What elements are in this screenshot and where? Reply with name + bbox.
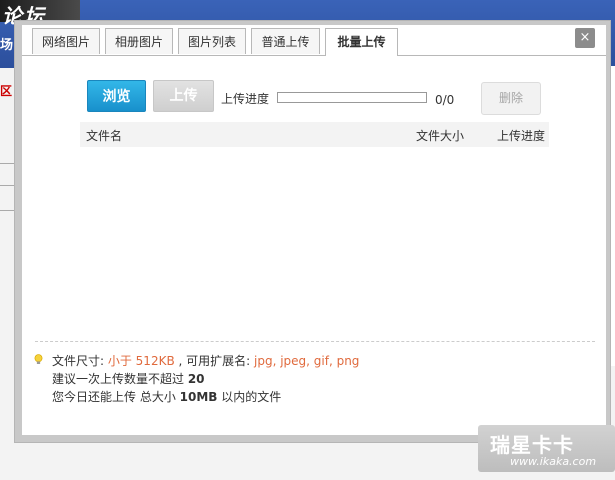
lightbulb-icon	[34, 354, 43, 364]
column-header-filename: 文件名	[86, 129, 123, 143]
info-line-quota: 您今日还能上传 总大小 10MB 以内的文件	[52, 390, 282, 404]
tab-bar: 网络图片 相册图片 图片列表 普通上传 批量上传 ×	[22, 25, 606, 56]
info-line-count: 建议一次上传数量不超过 20	[52, 372, 205, 386]
watermark: 瑞星卡卡 www.ikaka.com	[478, 425, 615, 472]
forum-logo: 论坛	[0, 0, 80, 28]
tab-web-image[interactable]: 网络图片	[32, 28, 100, 54]
image-upload-dialog: 网络图片 相册图片 图片列表 普通上传 批量上传 × 浏览 上传 上传进度 0/…	[22, 25, 606, 435]
tab-album-image[interactable]: 相册图片	[105, 28, 173, 54]
info-divider	[35, 341, 595, 342]
info-line-size: 文件尺寸: 小于 512KB , 可用扩展名: jpg, jpeg, gif, …	[52, 354, 360, 368]
progress-label: 上传进度	[221, 92, 270, 106]
tab-batch-upload[interactable]: 批量上传	[325, 28, 398, 56]
progress-count: 0/0	[435, 93, 455, 107]
delete-button[interactable]: 删除	[481, 82, 541, 115]
column-header-progress: 上传进度	[497, 129, 546, 143]
close-icon[interactable]: ×	[575, 28, 595, 48]
watermark-title: 瑞星卡卡	[490, 433, 574, 457]
upload-button[interactable]: 上传	[153, 80, 214, 112]
browse-button[interactable]: 浏览	[87, 80, 146, 112]
upload-progress-bar	[277, 92, 427, 103]
forum-red-link[interactable]: 区	[0, 82, 12, 99]
column-header-filesize: 文件大小	[416, 129, 465, 143]
forum-nav-item[interactable]: 场	[0, 34, 13, 53]
tab-image-list[interactable]: 图片列表	[178, 28, 246, 54]
file-table-header: 文件名 文件大小 上传进度	[80, 122, 549, 147]
watermark-url: www.ikaka.com	[510, 455, 597, 468]
tab-normal-upload[interactable]: 普通上传	[251, 28, 320, 54]
